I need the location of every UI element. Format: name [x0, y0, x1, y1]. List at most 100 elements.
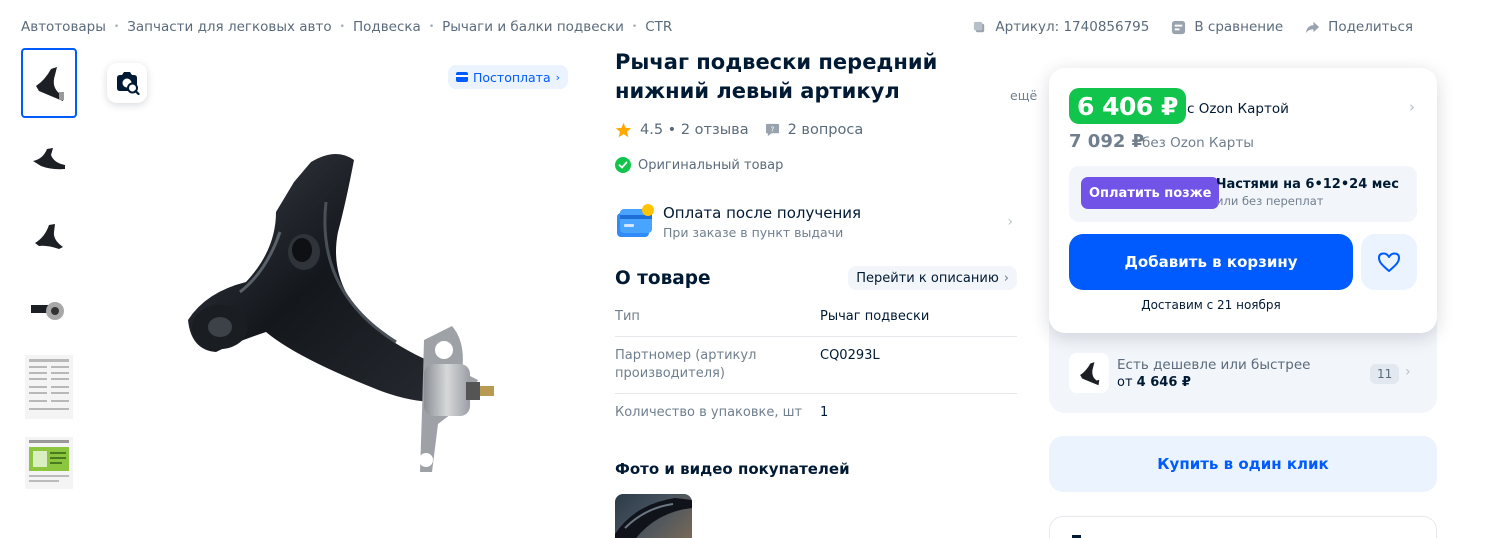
compare-label: В сравнение: [1194, 19, 1284, 35]
questions-link[interactable]: 2 вопроса: [788, 122, 864, 138]
title-more-link[interactable]: ещё: [988, 88, 1038, 103]
bushing-thumbnail-image: [31, 302, 64, 320]
go-to-description-button[interactable]: Перейти к описанию ›: [848, 266, 1017, 290]
cheaper-from-price: 4 646 ₽: [1136, 375, 1191, 390]
installment-block[interactable]: Оплатить позже Частями на 6•12•24 мес ил…: [1069, 166, 1417, 222]
breadcrumb-item-ctr[interactable]: CTR: [645, 19, 672, 35]
document-thumbnail-image: [25, 437, 73, 489]
price-card: 6 406 ₽ с Ozon Картой › 7 092 ₽ без Ozon…: [1049, 68, 1437, 333]
cheaper-title: Есть дешевле или быстрее: [1117, 357, 1311, 373]
payment-subtitle: При заказе в пункт выдачи: [663, 225, 844, 240]
control-arm-thumbnail-image: [1080, 362, 1100, 386]
breadcrumb-item-autotovary[interactable]: Автотовары: [21, 19, 106, 35]
thumbnail[interactable]: [21, 48, 77, 118]
breadcrumb-separator: •: [428, 22, 435, 32]
regular-price-label: без Ozon Карты: [1142, 135, 1254, 151]
thumbnail[interactable]: [21, 200, 77, 270]
next-card: [1049, 516, 1437, 538]
copy-icon: [974, 21, 985, 32]
about-header: О товаре Перейти к описанию ›: [615, 266, 1017, 290]
go-to-description-label: Перейти к описанию: [856, 270, 999, 286]
customer-photos-title: Фото и видео покупателей: [615, 460, 850, 478]
ozon-card-label: с Ozon Картой: [1187, 101, 1289, 117]
breadcrumb-item-zapchasti[interactable]: Запчасти для легковых авто: [127, 19, 331, 35]
card-icon: [456, 72, 468, 82]
question-bubble-icon: ?: [765, 123, 779, 137]
main-product-image[interactable]: Постоплата ›: [104, 60, 584, 538]
check-circle-icon: [615, 157, 631, 173]
share-button[interactable]: Поделиться: [1305, 19, 1413, 35]
top-actions: Артикул: 1740856795 В сравнение Поделить…: [972, 19, 1413, 35]
article-number: Артикул: 1740856795: [995, 19, 1150, 35]
payment-cards-icon: [617, 204, 654, 237]
payment-text: Оплата после получения При заказе в пунк…: [663, 204, 861, 240]
visual-search-button[interactable]: [107, 63, 147, 103]
spec-value: Рычаг подвески: [820, 309, 930, 324]
installments-subtitle: или без переплат: [1216, 194, 1324, 208]
chevron-right-icon: ›: [555, 70, 561, 84]
thumbnail[interactable]: [21, 352, 77, 422]
thumbnail[interactable]: [21, 428, 77, 498]
delivery-date: Доставим с 21 ноября: [1141, 298, 1281, 312]
spec-key: Тип: [615, 309, 640, 324]
thumbnail[interactable]: [21, 124, 77, 194]
rating-reviews-link[interactable]: 4.5 • 2 отзыва: [640, 122, 749, 138]
breadcrumb: Автотовары • Запчасти для легковых авто …: [21, 19, 672, 35]
chevron-right-icon: ›: [1007, 214, 1013, 230]
payment-after-receipt[interactable]: Оплата после получения При заказе в пунк…: [615, 200, 1017, 244]
original-label: Оригинальный товар: [638, 157, 784, 173]
spec-row: Тип Рычаг подвески: [615, 298, 1017, 337]
document-thumbnail-image: [25, 355, 73, 419]
chevron-right-icon: ›: [1405, 364, 1411, 380]
add-to-cart-button[interactable]: Добавить в корзину: [1069, 234, 1353, 290]
chevron-right-icon[interactable]: ›: [1409, 98, 1415, 116]
thumbnail-strip: [21, 48, 77, 504]
spec-value: 1: [820, 405, 829, 420]
payment-title: Оплата после получения: [663, 204, 862, 222]
original-badge: Оригинальный товар: [615, 157, 783, 173]
control-arm-thumbnail-image: [33, 148, 65, 170]
breadcrumb-separator: •: [339, 22, 345, 32]
heart-icon: [1378, 252, 1400, 272]
product-title: Рычаг подвески передний нижний левый арт…: [615, 50, 938, 103]
breadcrumb-item-rychagi[interactable]: Рычаги и балки подвески: [442, 19, 624, 35]
ozon-card-price[interactable]: 6 406 ₽: [1069, 88, 1186, 124]
buy-one-click-button[interactable]: Купить в один клик: [1049, 436, 1437, 492]
thumbnail[interactable]: [21, 276, 77, 346]
control-arm-thumbnail-image: [35, 224, 63, 249]
compare-icon: [1172, 20, 1186, 34]
rating-row: 4.5 • 2 отзыва ? 2 вопроса: [615, 122, 863, 138]
spec-key: Партномер (артикул производителя): [615, 348, 757, 381]
postpay-label: Постоплата: [473, 69, 551, 85]
cheaper-from: от: [1117, 375, 1133, 390]
specs-table: Тип Рычаг подвески Партномер (артикул пр…: [615, 298, 1017, 432]
control-arm-image: [188, 153, 494, 472]
chevron-right-icon: ›: [1003, 270, 1009, 286]
customer-photo[interactable]: [615, 494, 692, 538]
spec-key: Количество в упаковке, шт: [615, 405, 803, 420]
share-label: Поделиться: [1328, 19, 1413, 35]
offers-count-badge: 11: [1370, 364, 1400, 384]
compare-button[interactable]: В сравнение: [1171, 19, 1283, 35]
installments-title: Частями на 6•12•24 мес: [1216, 177, 1399, 192]
breadcrumb-item-podveska[interactable]: Подвеска: [353, 19, 421, 35]
control-arm-thumbnail-image: [36, 67, 64, 101]
spec-value: CQ0293L: [820, 348, 880, 363]
spec-row: Партномер (артикул производителя) CQ0293…: [615, 337, 1017, 394]
cheaper-offer-image: [1069, 353, 1109, 393]
about-title: О товаре: [615, 267, 711, 289]
wishlist-button[interactable]: [1361, 234, 1417, 290]
pay-later-button[interactable]: Оплатить позже: [1081, 177, 1220, 209]
breadcrumb-separator: •: [113, 22, 120, 32]
cheaper-offers[interactable]: Есть дешевле или быстрее от 4 646 ₽ 11 ›: [1069, 353, 1419, 395]
product-info: Рычаг подвески передний нижний левый арт…: [615, 48, 1038, 538]
cheaper-price: от 4 646 ₽: [1117, 375, 1191, 390]
article-copy[interactable]: Артикул: 1740856795: [972, 19, 1149, 35]
regular-price: 7 092 ₽: [1069, 131, 1145, 152]
svg-text:?: ?: [770, 124, 774, 133]
postpay-badge[interactable]: Постоплата ›: [448, 65, 569, 89]
spec-row: Количество в упаковке, шт 1: [615, 394, 1017, 432]
star-icon: [615, 122, 632, 138]
share-icon: [1306, 21, 1320, 33]
breadcrumb-separator: •: [631, 22, 638, 32]
